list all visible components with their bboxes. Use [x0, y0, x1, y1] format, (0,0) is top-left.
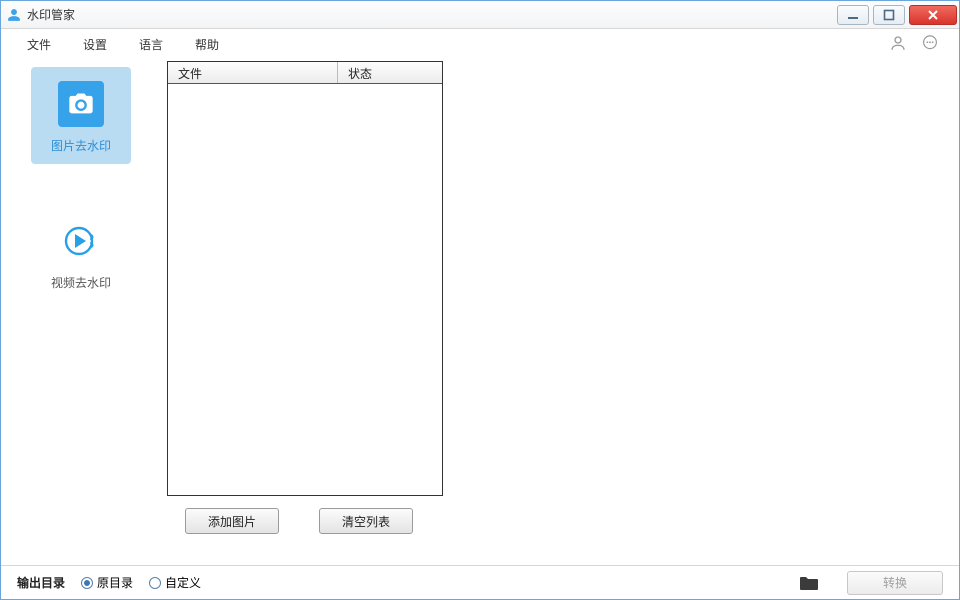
app-icon [7, 8, 21, 22]
sidebar-item-label: 图片去水印 [51, 137, 111, 154]
feedback-icon[interactable] [921, 34, 939, 55]
sidebar-item-image-watermark[interactable]: 图片去水印 [31, 67, 131, 164]
main-area: 图片去水印 视频去水印 文件 状态 添加图片 清空列表 [1, 59, 959, 565]
radio-icon [149, 577, 161, 589]
radio-custom-dir[interactable]: 自定义 [149, 574, 201, 591]
minimize-button[interactable] [837, 5, 869, 25]
clear-list-button[interactable]: 清空列表 [319, 508, 413, 534]
window-buttons [835, 5, 959, 25]
menu-file[interactable]: 文件 [19, 32, 59, 57]
folder-icon[interactable] [799, 575, 819, 591]
sidebar: 图片去水印 视频去水印 [1, 59, 161, 565]
header-right-icons [889, 34, 951, 55]
center-panel: 文件 状态 添加图片 清空列表 [161, 59, 443, 565]
sidebar-item-label: 视频去水印 [51, 274, 111, 291]
table-body[interactable] [168, 84, 442, 495]
menu-settings[interactable]: 设置 [75, 32, 115, 57]
camera-icon [58, 81, 104, 127]
output-dir-label: 输出目录 [17, 574, 65, 591]
file-table: 文件 状态 [167, 61, 443, 496]
radio-original-dir[interactable]: 原目录 [81, 574, 133, 591]
close-button[interactable] [909, 5, 957, 25]
add-image-button[interactable]: 添加图片 [185, 508, 279, 534]
titlebar: 水印管家 [1, 1, 959, 29]
menu-help[interactable]: 帮助 [187, 32, 227, 57]
radio-icon [81, 577, 93, 589]
radio-label: 原目录 [97, 574, 133, 591]
user-icon[interactable] [889, 34, 907, 55]
footer: 输出目录 原目录 自定义 转换 [1, 565, 959, 599]
table-header: 文件 状态 [168, 62, 442, 84]
play-icon [58, 218, 104, 264]
menu-language[interactable]: 语言 [131, 32, 171, 57]
column-status[interactable]: 状态 [338, 62, 442, 83]
convert-button[interactable]: 转换 [847, 571, 943, 595]
column-file[interactable]: 文件 [168, 62, 338, 83]
radio-label: 自定义 [165, 574, 201, 591]
sidebar-item-video-watermark[interactable]: 视频去水印 [31, 204, 131, 301]
table-actions: 添加图片 清空列表 [167, 496, 443, 534]
menubar: 文件 设置 语言 帮助 [1, 29, 959, 59]
window-title: 水印管家 [27, 6, 75, 23]
maximize-button[interactable] [873, 5, 905, 25]
